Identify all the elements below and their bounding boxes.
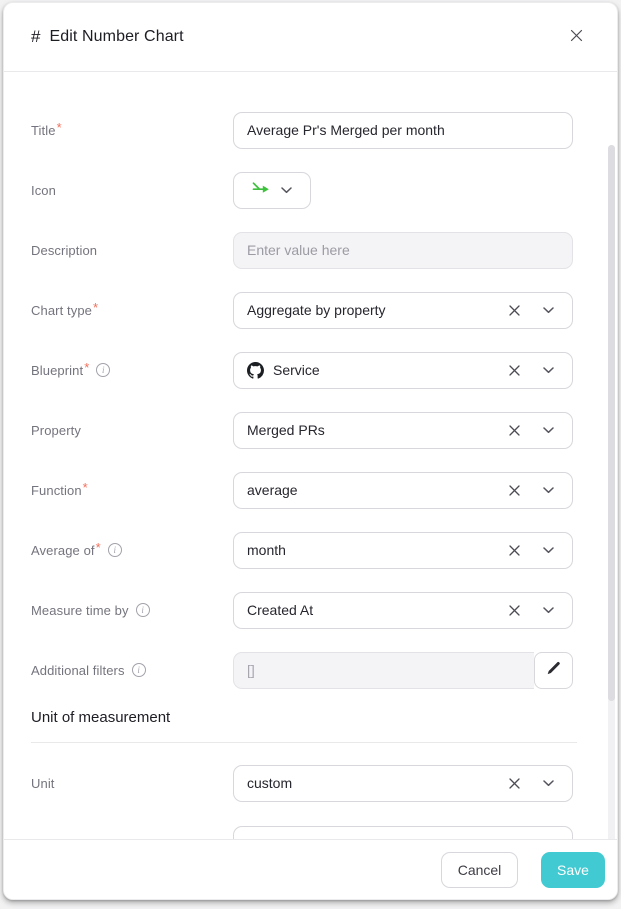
- property-label: Property: [31, 423, 81, 438]
- chevron-down-icon: [281, 187, 292, 194]
- description-input[interactable]: Enter value here: [233, 232, 573, 269]
- chevron-down-icon[interactable]: [539, 483, 558, 498]
- info-icon: i: [136, 603, 150, 617]
- average-of-select[interactable]: month: [233, 532, 573, 569]
- field-row-property: Property Merged PRs: [31, 400, 617, 460]
- scrollbar-thumb[interactable]: [608, 145, 615, 701]
- close-icon: [569, 28, 584, 46]
- field-row-icon: Icon: [31, 160, 617, 220]
- field-row-title: Title*: [31, 100, 617, 160]
- icon-label: Icon: [31, 183, 56, 198]
- modal-footer: Cancel Save: [4, 839, 617, 899]
- unit-label: Unit: [31, 776, 55, 791]
- additional-filters-input: []: [233, 652, 534, 689]
- blueprint-value: Service: [273, 362, 320, 378]
- modal-title: Edit Number Chart: [49, 28, 183, 46]
- required-asterisk: *: [96, 540, 101, 555]
- clear-icon[interactable]: [504, 480, 525, 501]
- function-label: Function: [31, 483, 82, 498]
- field-row-measure-time-by: Measure time by i Created At: [31, 580, 617, 640]
- blueprint-label: Blueprint: [31, 363, 83, 378]
- unit-select[interactable]: custom: [233, 765, 573, 802]
- field-row-partial: [31, 826, 617, 839]
- field-row-function: Function* average: [31, 460, 617, 520]
- info-icon: i: [132, 663, 146, 677]
- custom-unit-input-partial[interactable]: [233, 826, 573, 839]
- section-title-unit-of-measurement: Unit of measurement: [31, 709, 617, 726]
- function-value: average: [247, 482, 504, 498]
- number-chart-hash-icon: #: [31, 27, 40, 47]
- average-of-label: Average of: [31, 543, 95, 558]
- github-icon: [247, 362, 264, 379]
- property-select[interactable]: Merged PRs: [233, 412, 573, 449]
- chart-type-select[interactable]: Aggregate by property: [233, 292, 573, 329]
- clear-icon[interactable]: [504, 360, 525, 381]
- additional-filters-label: Additional filters: [31, 663, 125, 678]
- chevron-down-icon[interactable]: [539, 776, 558, 791]
- save-button[interactable]: Save: [541, 852, 605, 888]
- description-label: Description: [31, 243, 97, 258]
- measure-time-by-value: Created At: [247, 602, 504, 618]
- clear-icon[interactable]: [504, 773, 525, 794]
- field-row-average-of: Average of* i month: [31, 520, 617, 580]
- clear-icon[interactable]: [504, 600, 525, 621]
- measure-time-by-select[interactable]: Created At: [233, 592, 573, 629]
- modal-body: Title* Icon: [4, 72, 617, 839]
- required-asterisk: *: [57, 120, 62, 135]
- field-row-blueprint: Blueprint* i Service: [31, 340, 617, 400]
- average-of-value: month: [247, 542, 504, 558]
- icon-select[interactable]: [233, 172, 311, 209]
- chevron-down-icon[interactable]: [539, 423, 558, 438]
- chevron-down-icon[interactable]: [539, 303, 558, 318]
- section-divider: [31, 742, 577, 743]
- pencil-icon: [546, 661, 561, 679]
- chevron-down-icon[interactable]: [539, 603, 558, 618]
- clear-icon[interactable]: [504, 420, 525, 441]
- blueprint-select[interactable]: Service: [233, 352, 573, 389]
- property-value: Merged PRs: [247, 422, 504, 438]
- unit-value: custom: [247, 775, 504, 791]
- required-asterisk: *: [84, 360, 89, 375]
- field-row-chart-type: Chart type* Aggregate by property: [31, 280, 617, 340]
- edit-filters-button[interactable]: [534, 652, 573, 689]
- title-input[interactable]: [233, 112, 573, 149]
- chart-type-label: Chart type: [31, 303, 92, 318]
- field-row-description: Description Enter value here: [31, 220, 617, 280]
- close-button[interactable]: [563, 24, 589, 50]
- info-icon: i: [108, 543, 122, 557]
- chevron-down-icon[interactable]: [539, 543, 558, 558]
- scrollbar-track[interactable]: [608, 145, 615, 839]
- edit-number-chart-modal: # Edit Number Chart Title* Icon: [3, 2, 618, 900]
- required-asterisk: *: [83, 480, 88, 495]
- field-row-unit: Unit custom: [31, 753, 617, 813]
- clear-icon[interactable]: [504, 540, 525, 561]
- info-icon: i: [96, 363, 110, 377]
- cancel-button[interactable]: Cancel: [441, 852, 518, 888]
- function-select[interactable]: average: [233, 472, 573, 509]
- chart-type-value: Aggregate by property: [247, 302, 504, 318]
- clear-icon[interactable]: [504, 300, 525, 321]
- measure-time-by-label: Measure time by: [31, 603, 129, 618]
- title-label: Title: [31, 123, 56, 138]
- modal-header: # Edit Number Chart: [4, 3, 617, 72]
- field-row-additional-filters: Additional filters i []: [31, 640, 617, 700]
- chevron-down-icon[interactable]: [539, 363, 558, 378]
- merge-arrow-icon: [252, 181, 270, 199]
- required-asterisk: *: [93, 300, 98, 315]
